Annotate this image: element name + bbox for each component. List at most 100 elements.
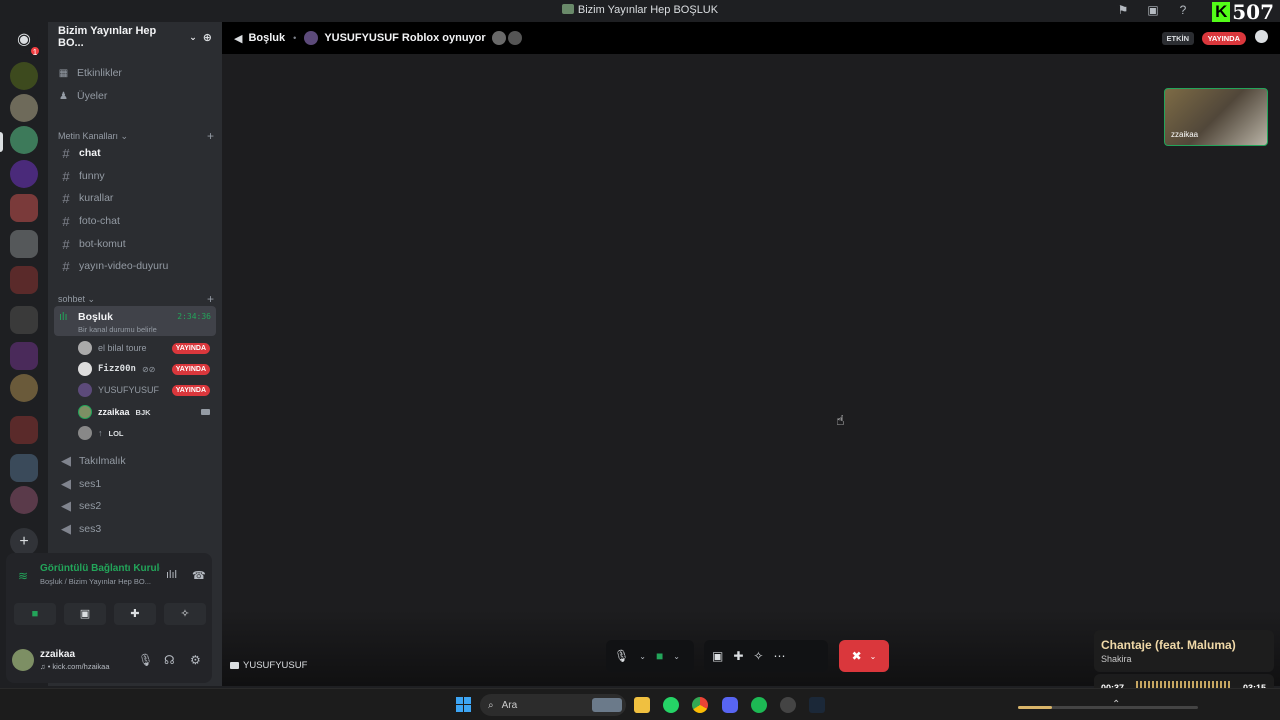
microphone-icon[interactable]: 🎙	[614, 649, 629, 663]
activities-button[interactable]: ✚	[114, 603, 156, 625]
chrome-icon[interactable]	[692, 697, 708, 713]
discord-icon[interactable]	[722, 697, 738, 713]
channel-ses1[interactable]: ◀ ses1	[54, 474, 216, 494]
disconnect-icon[interactable]: ☎	[192, 569, 206, 582]
avatar[interactable]	[12, 649, 34, 671]
stream-stage[interactable]: zzaikaa ☝ ⌃ ♟ YUSUFYUSUF	[222, 54, 1280, 686]
channel-funny[interactable]: # funny	[54, 166, 216, 186]
screen-share-icon[interactable]: ▣	[712, 649, 723, 663]
server-icon[interactable]	[10, 126, 38, 154]
server-icon[interactable]	[10, 486, 38, 514]
speaker-icon: ◀	[61, 453, 71, 468]
chevron-down-icon[interactable]: ⌄	[870, 652, 877, 661]
live-badge: YAYINDA	[171, 342, 210, 354]
server-folder-icon[interactable]	[10, 266, 38, 294]
hash-icon: #	[62, 145, 70, 161]
server-icon[interactable]	[10, 62, 38, 90]
chat-icon[interactable]	[1255, 30, 1268, 43]
voice-user[interactable]: ↑ LOL	[78, 424, 210, 442]
server-folder-icon[interactable]	[10, 230, 38, 258]
add-channel-icon[interactable]: +	[207, 292, 214, 306]
voice-channel-status[interactable]: Bir kanal durumu belirle	[78, 325, 157, 334]
channel-label: funny	[79, 170, 105, 182]
signal-icon: ≋	[18, 569, 29, 583]
server-folder-icon[interactable]	[10, 342, 38, 370]
voice-user[interactable]: YUSUFYUSUF YAYINDA	[78, 381, 210, 399]
voice-user[interactable]: el bilal toure YAYINDA	[78, 339, 210, 357]
camera-tile[interactable]: zzaikaa	[1164, 88, 1268, 146]
soundboard-button[interactable]: ✧	[164, 603, 206, 625]
microphone-icon[interactable]: 🎙	[138, 653, 153, 667]
voice-channel-active[interactable]: ılı Boşluk Bir kanal durumu belirle 2:34…	[54, 306, 216, 336]
windows-start-icon[interactable]	[456, 697, 471, 712]
noise-suppression-icon[interactable]: ılıl	[166, 569, 177, 581]
server-folder-icon[interactable]	[10, 454, 38, 482]
server-icon[interactable]	[10, 374, 38, 402]
hash-icon: #	[62, 213, 70, 229]
channel-chat[interactable]: # chat	[54, 143, 216, 163]
server-header[interactable]: Bizim Yayınlar Hep BO... ⌄ ⊕	[48, 22, 222, 52]
participant-avatar[interactable]	[507, 31, 522, 45]
channel-kurallar[interactable]: # kurallar	[54, 188, 216, 208]
server-mini-icon	[561, 4, 574, 14]
nav-members[interactable]: ♟ Üyeler	[58, 90, 107, 102]
nav-events[interactable]: ▦ Etkinlikler	[58, 67, 122, 79]
add-channel-icon[interactable]: +	[207, 129, 214, 143]
more-icon[interactable]: ⋯	[773, 649, 785, 663]
kick-overlay: K 507	[1212, 0, 1274, 24]
steam-icon[interactable]	[809, 697, 825, 713]
channel-label: chat	[79, 147, 101, 159]
streamer-label: YUSUFYUSUF	[230, 660, 307, 671]
camera-tile-name: zzaikaa	[1171, 130, 1199, 139]
avatar	[78, 383, 92, 397]
discord-home-icon[interactable]: ◉ 1	[10, 26, 41, 57]
channel-bot-komut[interactable]: # bot-komut	[54, 234, 216, 254]
help-icon[interactable]: ?	[1176, 3, 1190, 17]
participant-avatar[interactable]	[491, 31, 506, 45]
leave-call-button[interactable]: ✖ ⌄	[839, 640, 889, 672]
taskbar-search[interactable]: ⌕ Ara	[480, 694, 626, 716]
live-badge: YAYINDA	[1201, 32, 1246, 45]
kick-viewer-count: 507	[1232, 0, 1274, 24]
spotify-icon[interactable]	[751, 697, 767, 713]
call-actions-group: ▣ ✚ ✧ ⋯	[704, 640, 828, 672]
window-title: Bizim Yayınlar Hep BOŞLUK	[0, 4, 1280, 16]
server-folder-icon[interactable]	[10, 306, 38, 334]
connection-subtitle[interactable]: Boşluk / Bizim Yayınlar Hep BO...	[40, 577, 151, 586]
connection-title: Görüntülü Bağlantı Kuruldu	[40, 563, 160, 574]
inbox-icon[interactable]: ▣	[1146, 3, 1160, 17]
channel-ses3[interactable]: ◀ ses3	[54, 519, 216, 539]
server-folder-icon[interactable]	[10, 416, 38, 444]
screen-share-button[interactable]: ▣	[64, 603, 106, 625]
server-icon[interactable]	[10, 94, 38, 122]
app-icon[interactable]	[780, 697, 796, 713]
chevron-down-icon[interactable]: ⌄	[639, 652, 646, 661]
user-status: ♫ • kick.com/hzaikaa	[40, 662, 110, 671]
file-explorer-icon[interactable]	[634, 697, 650, 713]
camera-button[interactable]: ■	[14, 603, 56, 625]
flag-icon[interactable]: ⚑	[1116, 3, 1130, 17]
channel-takilmalik[interactable]: ◀ Takılmalık	[54, 451, 216, 471]
headphones-icon[interactable]: ☊	[164, 653, 175, 667]
soundboard-icon[interactable]: ✧	[753, 649, 763, 663]
voice-user[interactable]: Fizz00n ⊘⊘ YAYINDA	[78, 360, 210, 378]
category-voice[interactable]: sohbet ⌄ +	[58, 292, 214, 306]
gear-icon[interactable]: ⚙	[190, 653, 201, 667]
server-folder-icon[interactable]	[10, 194, 38, 222]
call-header: ◀ Boşluk • YUSUFYUSUF Roblox oynuyor ETK…	[222, 22, 1280, 54]
activities-icon[interactable]: ✚	[733, 649, 743, 663]
voice-user[interactable]: zzaikaa BJK	[78, 403, 210, 421]
camera-icon[interactable]: ■	[656, 649, 663, 663]
server-icon[interactable]	[10, 160, 38, 188]
channel-yayin-video-duyuru[interactable]: # yayın-video-duyuru	[54, 256, 216, 276]
add-server-icon[interactable]: +	[10, 528, 38, 556]
invite-icon[interactable]: ⊕	[203, 31, 212, 44]
calendar-icon: ▦	[58, 67, 69, 79]
channel-ses2[interactable]: ◀ ses2	[54, 496, 216, 516]
category-text[interactable]: Metin Kanalları ⌄ +	[58, 129, 214, 143]
speaker-icon: ◀	[61, 476, 71, 491]
channel-foto-chat[interactable]: # foto-chat	[54, 211, 216, 231]
chevron-down-icon[interactable]: ⌄	[673, 652, 680, 661]
whatsapp-icon[interactable]	[663, 697, 679, 713]
window-title-text: Bizim Yayınlar Hep BOŞLUK	[577, 4, 719, 16]
